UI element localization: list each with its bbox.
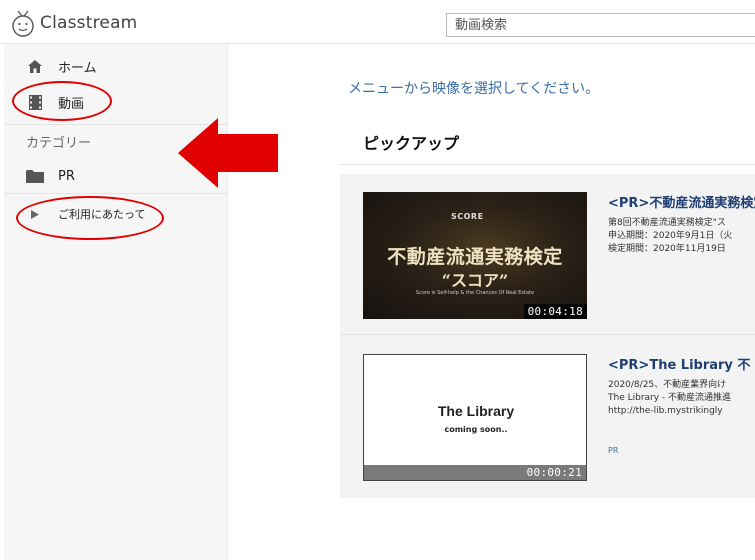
logo-text: Classtream <box>40 13 138 33</box>
video-divider <box>340 334 755 335</box>
thumbnail-title: 不動産流通実務検定 <box>387 246 563 268</box>
sidebar-item-label: 動画 <box>58 96 85 112</box>
video-description: 2020/8/25、不動産業界向け The Library - 不動産流通推進 … <box>608 380 732 416</box>
video-card[interactable]: The Library coming soon.. 00:00:21 <PR>T… <box>340 336 755 496</box>
sidebar-item-home[interactable]: ホーム <box>4 48 228 84</box>
category-heading: カテゴリー <box>26 136 92 151</box>
logo[interactable]: Classtream <box>10 9 137 37</box>
video-category-link[interactable]: PR <box>608 446 618 455</box>
annotation-arrow-icon <box>178 118 278 188</box>
video-card[interactable]: SCORE 不動産流通実務検定 “スコア” Score is Self-help… <box>340 174 755 334</box>
video-search-input[interactable] <box>446 13 755 37</box>
sidebar-item-videos[interactable]: 動画 <box>4 84 228 120</box>
video-title[interactable]: <PR>不動産流通実務検定 <box>608 192 755 211</box>
video-list: SCORE 不動産流通実務検定 “スコア” Score is Self-help… <box>340 174 755 498</box>
folder-icon <box>26 167 44 185</box>
thumbnail-tagline: Score is Self-help & the Chances Of Real… <box>415 290 535 296</box>
sidebar-item-label: ホーム <box>58 60 97 76</box>
sidebar-item-usage[interactable]: ご利用にあたって <box>4 196 228 232</box>
video-thumbnail[interactable]: The Library coming soon.. 00:00:21 <box>363 354 587 481</box>
clock-mascot-icon <box>12 10 34 37</box>
sidebar-divider <box>4 193 228 194</box>
sidebar-item-label: ご利用にあたって <box>58 208 146 221</box>
thumbnail-title: The Library <box>437 403 515 419</box>
video-duration: 00:04:18 <box>523 304 587 319</box>
section-divider <box>340 164 755 165</box>
video-duration: 00:00:21 <box>526 466 582 479</box>
film-icon <box>26 93 44 111</box>
select-prompt-message: メニューから映像を選択してください。 <box>348 81 600 97</box>
thumbnail-subtitle: “スコア” <box>441 271 509 290</box>
video-thumbnail[interactable]: SCORE 不動産流通実務検定 “スコア” Score is Self-help… <box>363 192 587 319</box>
top-header: Classtream <box>0 0 755 44</box>
thumbnail-subtitle: coming soon.. <box>444 425 508 434</box>
triangle-right-icon <box>26 205 44 223</box>
video-description: 第8回不動産流通実務検定"ス 申込期間：2020年9月1日（火 検定期間：202… <box>608 218 733 254</box>
sidebar-item-label: PR <box>58 168 75 184</box>
section-title: ピックアップ <box>363 134 460 153</box>
video-title[interactable]: <PR>The Library 不 <box>608 354 750 373</box>
home-icon <box>26 57 44 75</box>
thumbnail-brand: SCORE <box>451 212 484 221</box>
